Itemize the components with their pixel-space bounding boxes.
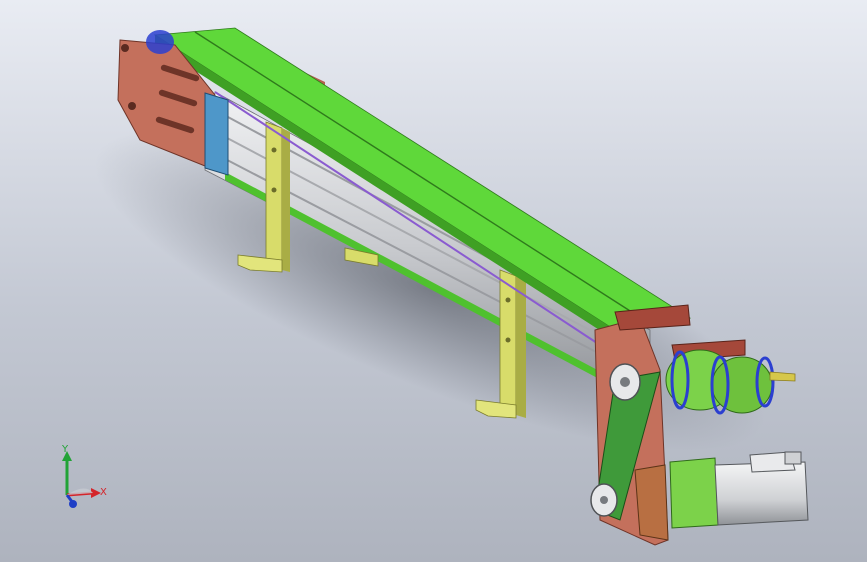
triad-y-label: Y	[62, 444, 69, 455]
drive-shaft	[769, 371, 796, 382]
mount-hole	[121, 44, 129, 52]
motor-mount-bracket	[634, 464, 669, 541]
cad-viewport[interactable]: Y X	[0, 0, 867, 562]
tail-pulley	[146, 30, 174, 54]
belt-guide-block	[204, 92, 229, 176]
motor-flange	[669, 457, 719, 529]
motor-connector	[784, 451, 802, 465]
axis-triad[interactable]	[55, 445, 115, 515]
triad-x-label: X	[100, 487, 107, 498]
conveyor-assembly-model[interactable]	[0, 0, 867, 562]
mount-hole	[128, 102, 136, 110]
